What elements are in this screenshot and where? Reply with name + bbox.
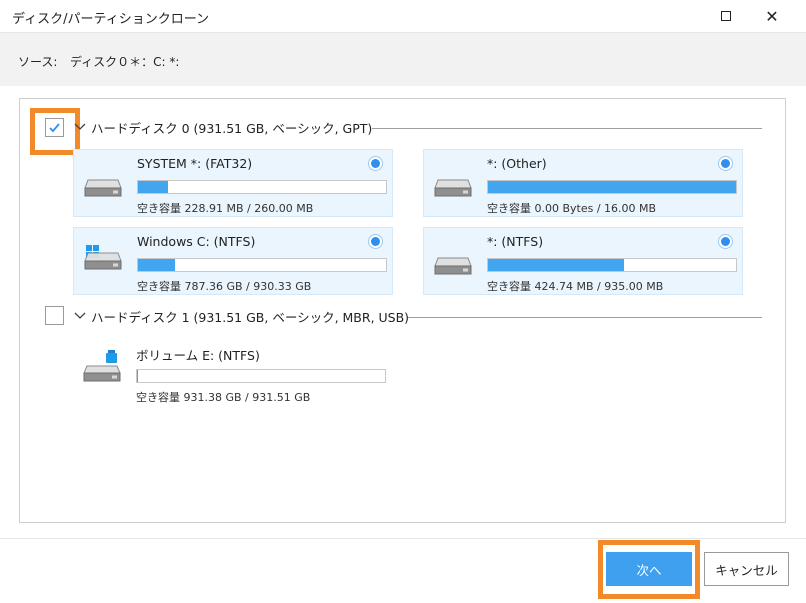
partition-radio[interactable]: [368, 156, 383, 171]
divider: [372, 128, 762, 129]
partition-radio[interactable]: [718, 156, 733, 171]
windows-drive-icon: [84, 245, 122, 270]
partition-radio[interactable]: [368, 234, 383, 249]
partition-usage: 空き容量 424.74 MB / 935.00 MB: [487, 280, 664, 293]
partition-usage: 空き容量 931.38 GB / 931.51 GB: [136, 391, 311, 404]
usage-bar-fill: [488, 181, 736, 193]
disk-1-checkbox[interactable]: [45, 306, 64, 325]
close-button[interactable]: ✕: [750, 0, 794, 32]
source-bar: ソース: ディスク０＊：C: *:: [0, 32, 806, 86]
disk-1-header[interactable]: ハードディスク 1 (931.51 GB, ベーシック, MBR, USB): [73, 306, 409, 326]
partition-usage: 空き容量 228.91 MB / 260.00 MB: [137, 202, 314, 215]
cancel-button[interactable]: キャンセル: [704, 552, 789, 586]
partition-usage: 空き容量 787.36 GB / 930.33 GB: [137, 280, 312, 293]
partition-name: Windows C: (NTFS): [137, 234, 256, 249]
source-label: ソース:: [18, 55, 58, 69]
divider: [408, 317, 762, 318]
usage-bar: [137, 258, 387, 272]
maximize-icon: [721, 11, 731, 21]
usage-bar: [487, 258, 737, 272]
partition-card[interactable]: Windows C: (NTFS) 空き容量 787.36 GB / 930.3…: [73, 227, 393, 295]
usage-bar-fill: [138, 259, 176, 271]
chevron-down-icon: [73, 120, 87, 134]
window-title: ディスク/パーティションクローン: [12, 12, 210, 27]
disk-0-header[interactable]: ハードディスク 0 (931.51 GB, ベーシック, GPT): [73, 117, 372, 137]
drive-icon: [84, 179, 122, 197]
disk-0-checkbox[interactable]: [45, 118, 64, 137]
title-bar: ディスク/パーティションクローン ✕: [0, 0, 806, 32]
partition-radio[interactable]: [718, 234, 733, 249]
disk-0-title: ハードディスク 0 (931.51 GB, ベーシック, GPT): [91, 120, 373, 136]
source-value: ディスク０＊：C: *:: [70, 55, 180, 69]
usage-bar-fill: [138, 181, 168, 193]
partition-name: *: (Other): [487, 156, 547, 171]
partition-name: SYSTEM *: (FAT32): [137, 156, 253, 171]
partition-name: ボリューム E: (NTFS): [136, 348, 260, 363]
partition-card[interactable]: ボリューム E: (NTFS) 空き容量 931.38 GB / 931.51 …: [73, 339, 393, 407]
usage-bar: [136, 369, 386, 383]
check-icon: [49, 123, 60, 133]
chevron-down-icon: [73, 309, 87, 323]
usage-bar-fill: [137, 370, 139, 382]
disk-list-panel: ハードディスク 0 (931.51 GB, ベーシック, GPT) SYSTEM…: [19, 98, 786, 523]
usage-bar: [487, 180, 737, 194]
usb-drive-icon: [83, 350, 121, 382]
usage-bar: [137, 180, 387, 194]
partition-name: *: (NTFS): [487, 234, 544, 249]
partition-card[interactable]: *: (Other) 空き容量 0.00 Bytes / 16.00 MB: [423, 149, 743, 217]
drive-icon: [434, 179, 472, 197]
close-icon: ✕: [765, 6, 779, 26]
disk-1-title: ハードディスク 1 (931.51 GB, ベーシック, MBR, USB): [91, 309, 410, 325]
maximize-button[interactable]: [704, 0, 748, 32]
partition-usage: 空き容量 0.00 Bytes / 16.00 MB: [487, 202, 657, 215]
partition-card[interactable]: *: (NTFS) 空き容量 424.74 MB / 935.00 MB: [423, 227, 743, 295]
next-button[interactable]: 次へ: [606, 552, 692, 586]
footer-divider: [0, 538, 806, 539]
usage-bar-fill: [488, 259, 625, 271]
drive-icon: [434, 257, 472, 275]
partition-card[interactable]: SYSTEM *: (FAT32) 空き容量 228.91 MB / 260.0…: [73, 149, 393, 217]
